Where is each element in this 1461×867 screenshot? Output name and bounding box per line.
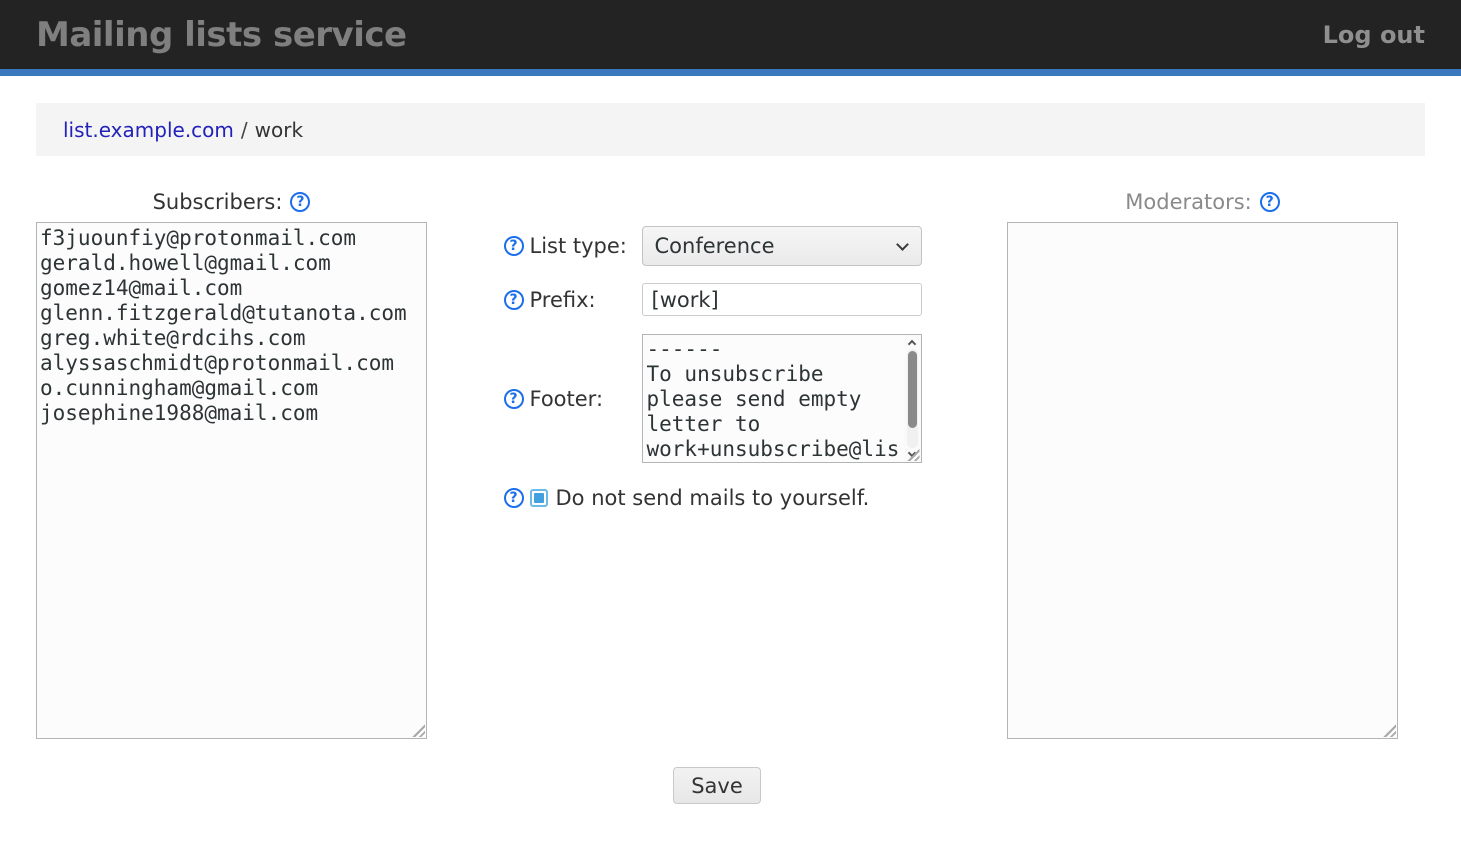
main-content: Subscribers: ? f3juounfiy@protonmail.com…: [0, 190, 1461, 739]
app-header: Mailing lists service Log out: [0, 0, 1461, 76]
footer-scrollbar[interactable]: [904, 335, 921, 462]
list-settings-panel: ? List type: Conference ? Prefix: ? Foot…: [427, 190, 1007, 527]
footer-help-icon[interactable]: ?: [504, 389, 524, 409]
no-self-mail-checkbox[interactable]: [530, 489, 548, 507]
logout-link[interactable]: Log out: [1323, 21, 1425, 49]
save-row: Save: [0, 767, 1461, 804]
scroll-up-icon[interactable]: [904, 335, 921, 349]
no-self-mail-row: ? Do not send mails to yourself.: [504, 486, 931, 510]
moderators-textarea[interactable]: [1007, 222, 1398, 739]
subscribers-help-icon[interactable]: ?: [290, 192, 310, 212]
save-button[interactable]: Save: [673, 767, 761, 804]
no-self-mail-label: Do not send mails to yourself.: [556, 486, 870, 510]
scrollbar-track[interactable]: [907, 349, 918, 448]
moderators-help-icon[interactable]: ?: [1260, 192, 1280, 212]
breadcrumb: list.example.com / work: [36, 103, 1425, 156]
breadcrumb-domain-link[interactable]: list.example.com: [63, 118, 234, 142]
subscribers-label: Subscribers: ?: [36, 190, 427, 214]
no-self-mail-help-icon[interactable]: ?: [504, 488, 524, 508]
moderators-label: Moderators: ?: [1007, 190, 1398, 214]
scrollbar-thumb[interactable]: [908, 351, 917, 428]
list-type-select[interactable]: Conference: [642, 226, 922, 266]
prefix-label: Prefix:: [530, 288, 642, 312]
checkbox-checked-icon: [534, 493, 544, 503]
prefix-row: ? Prefix:: [504, 283, 931, 316]
subscribers-panel: Subscribers: ? f3juounfiy@protonmail.com…: [36, 190, 427, 739]
list-type-help-icon[interactable]: ?: [504, 236, 524, 256]
prefix-help-icon[interactable]: ?: [504, 290, 524, 310]
subscribers-textarea[interactable]: f3juounfiy@protonmail.com gerald.howell@…: [36, 222, 427, 739]
footer-textarea[interactable]: ------ To unsubscribe please send empty …: [642, 334, 922, 463]
list-type-label: List type:: [530, 234, 642, 258]
footer-label: Footer:: [530, 387, 642, 411]
footer-row: ? Footer: ------ To unsubscribe please s…: [504, 334, 931, 463]
breadcrumb-separator: /: [241, 118, 248, 142]
list-type-row: ? List type: Conference: [504, 226, 931, 266]
moderators-panel: Moderators: ?: [1007, 190, 1398, 739]
prefix-input[interactable]: [642, 283, 922, 316]
app-title: Mailing lists service: [36, 15, 407, 55]
breadcrumb-current-page: work: [255, 118, 303, 142]
